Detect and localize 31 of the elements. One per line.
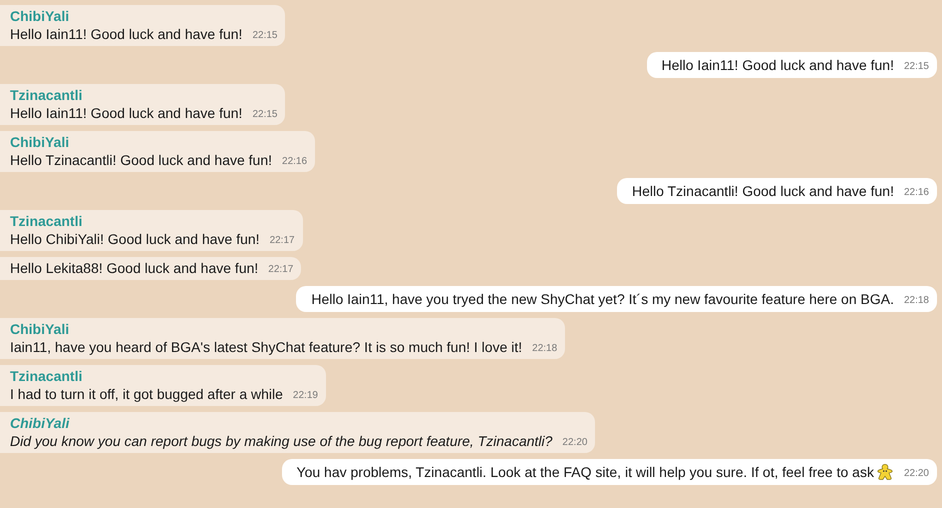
author-name: ChibiYali xyxy=(10,7,70,25)
message-time: 22:18 xyxy=(532,342,558,356)
message-text: Hello Lekita88! Good luck and have fun! xyxy=(10,259,258,277)
message-time: 22:20 xyxy=(904,467,929,481)
message-time: 22:20 xyxy=(562,436,588,450)
author-name: ChibiYali xyxy=(10,414,70,432)
author-name: Tzinacantli xyxy=(10,212,84,230)
message-text: Hello Iain11! Good luck and have fun! xyxy=(10,104,242,122)
author-name: Tzinacantli xyxy=(10,367,84,385)
author-name: Tzinacantli xyxy=(10,86,84,104)
message-text: Hello Iain11! Good luck and have fun! xyxy=(662,56,894,74)
message-text: I had to turn it off, it got bugged after a while xyxy=(10,385,283,403)
author-name: ChibiYali xyxy=(10,133,70,151)
message-text: Hello Tzinacantli! Good luck and have fun! xyxy=(632,182,894,200)
message-time: 22:18 xyxy=(904,294,929,308)
message-time: 22:17 xyxy=(270,234,295,248)
message-time: 22:16 xyxy=(904,186,929,200)
message-text: Hello Iain11! Good luck and have fun! xyxy=(10,25,242,43)
message-text: Hello Tzinacantli! Good luck and have fun! xyxy=(10,151,272,169)
message-text: Iain11, have you heard of BGA's latest ShyChat feature? It is so much fun! I love it! xyxy=(10,338,522,356)
message-text: Hello ChibiYali! Good luck and have fun! xyxy=(10,230,260,248)
message-time: 22:17 xyxy=(268,263,294,277)
message-time: 22:15 xyxy=(904,60,929,74)
message-time: 22:19 xyxy=(292,389,318,403)
message-text: Hello Iain11, have you tryed the new ShyChat yet? It´s my new favourite feature here on BGA. xyxy=(311,290,894,308)
message-text: You hav problems, Tzinacantli. Look at the FAQ site, it will help you sure. If ot, feel free to ask xyxy=(296,463,874,481)
message-time: 22:15 xyxy=(252,29,278,43)
author-name: ChibiYali xyxy=(10,320,70,338)
message-time: 22:16 xyxy=(282,155,308,169)
message-time: 22:15 xyxy=(252,108,278,122)
message-text: Did you know you can report bugs by making use of the bug report feature, Tzinacantli? xyxy=(10,432,552,450)
